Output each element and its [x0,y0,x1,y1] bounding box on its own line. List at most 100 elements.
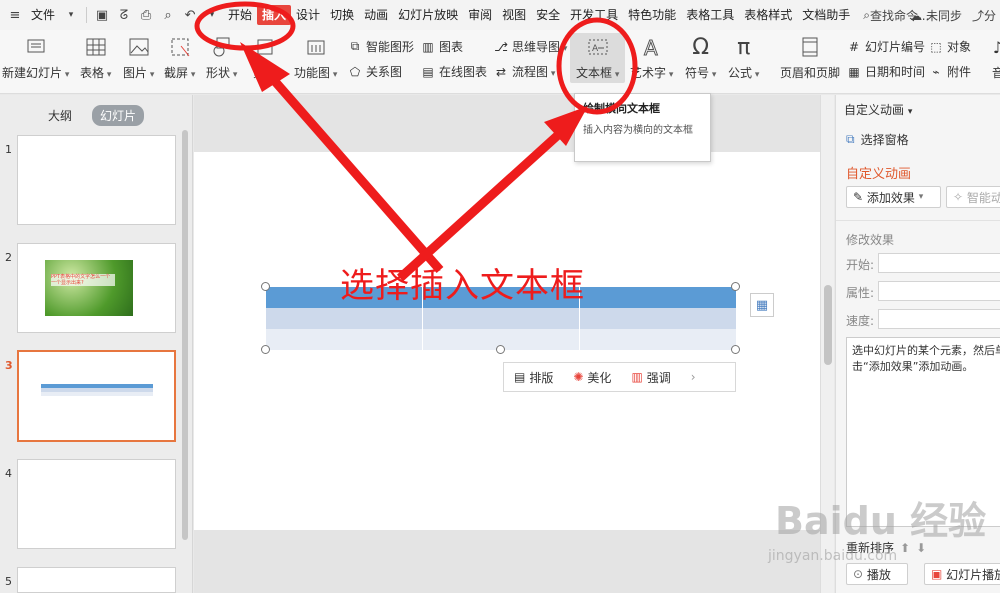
tab-table-tools[interactable]: 表格工具 [681,5,739,25]
audio-button[interactable]: ♪ 音 [985,34,1000,81]
format-painter-icon[interactable]: ᘔ [115,6,133,24]
flowchart-icon: ⇄ [495,64,507,79]
wordart-button[interactable]: A 艺术字 [630,34,673,81]
shape-button[interactable]: 形状 [206,34,237,81]
table-icon [83,34,109,60]
mindmap-button[interactable]: ⎇ 思维导图 [493,38,567,55]
slide-number: 1 [5,143,12,156]
table-button[interactable]: 表格 [80,34,111,81]
slide-thumbnail-2[interactable]: PPT表格中的文字怎么一个一个显示出来? [17,243,176,333]
beautify-button[interactable]: ✺ 美化 [563,369,621,386]
selection-icon: ⧉ [846,132,855,146]
header-footer-button[interactable]: 页眉和页脚 [780,34,840,81]
new-slide-button[interactable]: 新建幻灯片 [2,34,69,81]
tab-developer[interactable]: 开发工具 [565,5,623,25]
tab-insert[interactable]: 插入 [257,5,292,25]
tab-security[interactable]: 安全 [531,5,565,25]
layout-icon: ▤ [514,370,526,384]
print-icon[interactable]: ⎙ [137,6,155,24]
property-label: 属性: [846,286,875,300]
tab-view[interactable]: 视图 [497,5,531,25]
slide-thumbnail-1[interactable] [17,135,176,225]
start-select[interactable] [878,253,1000,273]
tooltip-title: 绘制横向文本框 [583,102,660,115]
tab-doc-assistant[interactable]: 文档助手 [797,5,855,25]
datetime-button[interactable]: ▦ 日期和时间 [846,63,925,80]
menu-file[interactable]: 文件 [26,5,60,25]
smartart-button[interactable]: ⧉ 智能图形 [347,38,414,55]
tab-home[interactable]: 开始 [223,5,257,25]
tab-outline[interactable]: 大纲 [40,105,80,126]
slideshow-icon: ▣ [931,567,943,581]
flowchart-button[interactable]: ⇄ 流程图 [493,63,555,80]
hamburger-icon[interactable]: ≡ [6,6,24,24]
library-button[interactable]: 素库 [252,34,278,81]
scrollbar-thumb[interactable] [824,285,832,365]
emphasize-button[interactable]: ▥ 强调 [621,369,680,386]
table-quick-button[interactable]: ▦ [750,293,774,317]
screenshot-button[interactable]: 截屏 [164,34,195,81]
speed-label: 速度: [846,314,875,328]
attachment-button[interactable]: ⌁ 附件 [928,63,971,80]
resize-handle[interactable] [261,282,270,291]
undo-icon[interactable]: ↶ [181,6,199,24]
slideshow-button[interactable]: ▣ 幻灯片播放 [924,563,1000,585]
pane-tabs: 大纲 幻灯片 [40,105,145,126]
undo-dropdown-icon[interactable]: ▾ [203,6,221,24]
pane-title[interactable]: 自定义动画 ▾ [844,101,912,118]
paperclip-icon: ⌁ [932,64,940,79]
tab-table-style[interactable]: 表格样式 [739,5,797,25]
select-pane-button[interactable]: ⧉ 选择窗格 [846,131,909,148]
layout-button[interactable]: ▤ 排版 [504,369,563,386]
slide-thumbnail-4[interactable] [17,459,176,549]
object-button[interactable]: ⬚ 对象 [928,38,971,55]
tab-transition[interactable]: 切换 [325,5,359,25]
save-icon[interactable]: ▣ [93,6,111,24]
relation-button[interactable]: ⬠ 关系图 [347,63,402,80]
share-button[interactable]: ⤴分 [972,7,996,24]
smartart-icon: ⧉ [350,39,360,53]
menu-bar: ≡ 文件 ▾ ▣ ᘔ ⎙ ⌕ ↶ ▾ 开始 插入 设计 切换 动画 幻灯片放映 … [0,0,1000,30]
sync-status[interactable]: ☁ 未同步 [910,7,962,24]
slide-thumbnail-3[interactable] [17,350,176,442]
tab-animation[interactable]: 动画 [359,5,393,25]
symbol-button[interactable]: Ω 符号 [685,34,716,81]
tab-design[interactable]: 设计 [291,5,325,25]
resize-handle[interactable] [731,282,740,291]
online-chart-button[interactable]: ▤ 在线图表 [420,63,487,80]
table-cell[interactable] [266,329,423,350]
table-cell[interactable] [580,308,736,329]
start-label: 开始: [846,258,875,272]
tab-review[interactable]: 审阅 [463,5,497,25]
table-cell[interactable] [580,287,736,308]
add-effect-button[interactable]: ✎ 添加效果 ▾ [846,186,941,208]
tab-features[interactable]: 特色功能 [623,5,681,25]
resize-handle[interactable] [731,345,740,354]
formula-button[interactable]: π 公式 [728,34,759,81]
chevron-down-icon[interactable]: ▾ [62,6,80,24]
resize-handle[interactable] [496,345,505,354]
pi-icon: π [737,34,751,60]
print-preview-icon[interactable]: ⌕ [159,6,177,24]
chart-button[interactable]: ▥ 图表 [420,38,463,55]
slide-number: 3 [5,359,13,372]
table-cell[interactable] [423,308,580,329]
picture-icon [126,34,152,60]
resize-handle[interactable] [261,345,270,354]
picture-button[interactable]: 图片 [123,34,154,81]
play-button[interactable]: ⊙ 播放 [846,563,908,585]
tab-slideshow[interactable]: 幻灯片放映 [393,5,463,25]
textbox-button[interactable]: A 文本框 [576,34,619,81]
function-chart-button[interactable]: 功能图 [294,34,337,81]
more-button[interactable]: › [681,370,706,384]
table-cell[interactable] [580,329,736,350]
property-select[interactable] [878,281,1000,301]
speed-select[interactable] [878,309,1000,329]
smart-animation-button[interactable]: ✧ 智能动 [946,186,1000,208]
slide-thumbnail-5[interactable] [17,567,176,593]
svg-text:A: A [592,44,599,54]
table-cell[interactable] [266,308,423,329]
tab-slides[interactable]: 幻灯片 [92,105,145,126]
thumbnail-scrollbar[interactable] [182,130,188,540]
slide-number-button[interactable]: # 幻灯片编号 [846,38,925,55]
